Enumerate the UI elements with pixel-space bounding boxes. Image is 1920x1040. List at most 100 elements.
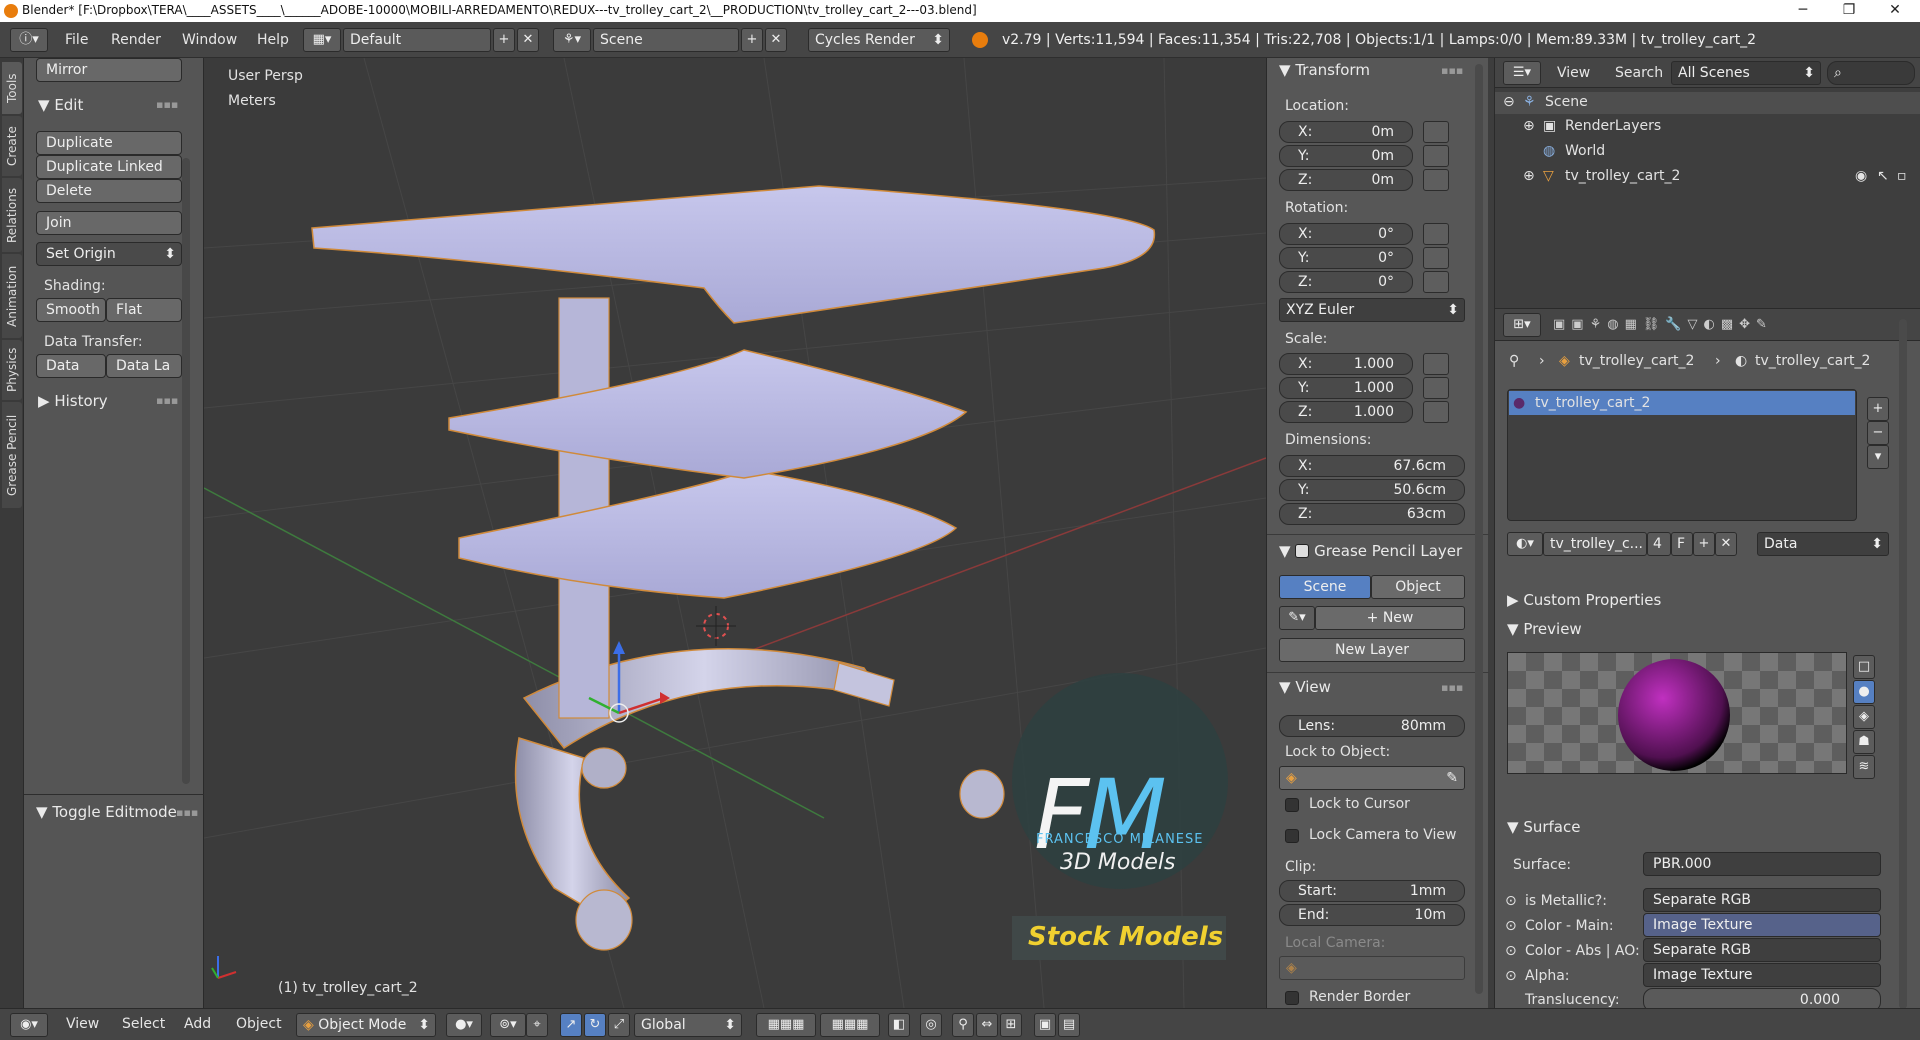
delete-button[interactable]: Delete xyxy=(36,179,182,203)
npanel-scrollbar[interactable] xyxy=(1475,64,1483,994)
gp-object-button[interactable]: Object xyxy=(1371,575,1465,599)
render-animation-icon[interactable]: ▤ xyxy=(1058,1013,1080,1037)
data-layout-button[interactable]: Data La xyxy=(106,354,182,378)
lock-icon[interactable] xyxy=(1423,145,1449,167)
material-link-select[interactable]: Data ⬍ xyxy=(1757,532,1889,556)
view3d-editor-type-icon[interactable]: ◉▾ xyxy=(10,1013,48,1037)
material-users-field[interactable]: 4 xyxy=(1647,532,1671,556)
slot-menu-icon[interactable]: ▾ xyxy=(1867,445,1889,469)
screen-layout-icon[interactable]: ▦▾ xyxy=(303,28,341,52)
render-engine-select[interactable]: Cycles Render ⬍ xyxy=(808,28,950,52)
location-x-field[interactable]: X: 0m xyxy=(1279,121,1413,143)
expand-icon[interactable]: ⊕ xyxy=(1523,168,1535,184)
menu-help[interactable]: Help xyxy=(257,32,289,48)
collapse-icon[interactable]: ⊖ xyxy=(1503,94,1515,110)
surface-shader-field[interactable]: PBR.000 xyxy=(1643,852,1881,876)
location-y-field[interactable]: Y: 0m xyxy=(1279,145,1413,167)
join-button[interactable]: Join xyxy=(36,211,182,235)
socket-dot-icon[interactable]: ⊙ xyxy=(1505,943,1517,959)
pivot-point-icon[interactable]: ⊚▾ xyxy=(490,1013,526,1037)
eyedropper-icon[interactable]: ✎ xyxy=(1446,767,1458,789)
view-menu[interactable]: View xyxy=(66,1016,99,1032)
lock-camera-checkbox[interactable] xyxy=(1285,829,1299,843)
object-menu[interactable]: Object xyxy=(236,1016,282,1032)
render-camera-icon[interactable]: ▫ xyxy=(1897,168,1907,184)
preview-flat-icon[interactable]: □ xyxy=(1853,655,1875,679)
menu-window[interactable]: Window xyxy=(182,32,237,48)
duplicate-button[interactable]: Duplicate xyxy=(36,131,182,155)
fake-user-button[interactable]: F xyxy=(1671,532,1693,556)
duplicate-linked-button[interactable]: Duplicate Linked xyxy=(36,155,182,179)
color-abs-ao-input-field[interactable]: Separate RGB xyxy=(1643,938,1881,962)
manipulator-toggle-icon[interactable]: ⌖ xyxy=(526,1013,548,1037)
tab-tools[interactable]: Tools xyxy=(2,62,22,114)
socket-dot-icon[interactable]: ⊙ xyxy=(1505,893,1517,909)
outliner-editor-type-icon[interactable]: ☰▾ xyxy=(1503,61,1541,85)
tab-create[interactable]: Create xyxy=(2,116,22,176)
close-button[interactable]: ✕ xyxy=(1872,0,1918,22)
dimensions-x-field[interactable]: X: 67.6cm xyxy=(1279,455,1465,477)
3d-viewport[interactable]: F M User Persp Meters (1) tv_trolley_car… xyxy=(204,58,1266,1008)
metallic-input-field[interactable]: Separate RGB xyxy=(1643,888,1881,912)
mode-select[interactable]: ◈ Object Mode ⬍ xyxy=(296,1013,436,1037)
context-tabs-icons[interactable]: ▣▣⚘◍▦⛓🔧▽◐▩✥✎ xyxy=(1553,317,1773,332)
gp-new-button[interactable]: + New xyxy=(1315,606,1465,630)
lock-layers-icon[interactable]: ◧ xyxy=(888,1013,910,1037)
scene-field[interactable]: Scene xyxy=(593,28,739,52)
history-panel-header[interactable]: ▶ History xyxy=(38,392,108,410)
operator-panel-header[interactable]: ▼ Toggle Editmode xyxy=(36,803,177,821)
menu-file[interactable]: File xyxy=(65,32,88,48)
viewport-shading-icon[interactable]: ●▾ xyxy=(446,1013,482,1037)
flat-button[interactable]: Flat xyxy=(106,298,182,322)
add-scene-icon[interactable]: + xyxy=(741,28,763,52)
new-layer-button[interactable]: New Layer xyxy=(1279,638,1465,662)
layers-grid-a[interactable]: ▦▦▦ xyxy=(756,1013,816,1037)
lock-icon[interactable] xyxy=(1423,169,1449,191)
add-slot-icon[interactable]: + xyxy=(1867,397,1889,421)
remove-layout-icon[interactable]: ✕ xyxy=(517,28,539,52)
mirror-button[interactable]: Mirror xyxy=(36,58,182,82)
clip-end-field[interactable]: End: 10m xyxy=(1279,904,1465,926)
lock-icon[interactable] xyxy=(1423,401,1449,423)
outliner-search-field[interactable]: ⌕ xyxy=(1827,61,1915,85)
lock-icon[interactable] xyxy=(1423,353,1449,375)
preview-hair-icon[interactable]: ≋ xyxy=(1853,755,1875,779)
properties-editor-type-icon[interactable]: ⊞▾ xyxy=(1503,313,1541,337)
smooth-button[interactable]: Smooth xyxy=(36,298,106,322)
minimize-button[interactable]: ─ xyxy=(1780,0,1826,22)
rotation-x-field[interactable]: X: 0° xyxy=(1279,223,1413,245)
dimensions-y-field[interactable]: Y: 50.6cm xyxy=(1279,479,1465,501)
snap-toggle-icon[interactable]: ⚲ xyxy=(952,1013,974,1037)
color-main-input-field[interactable]: Image Texture xyxy=(1643,913,1881,937)
alpha-input-field[interactable]: Image Texture xyxy=(1643,963,1881,987)
preview-header[interactable]: ▼ Preview xyxy=(1507,620,1582,638)
unlink-material-icon[interactable]: ✕ xyxy=(1715,532,1737,556)
tab-grease-pencil[interactable]: Grease Pencil xyxy=(2,402,22,508)
info-editor-type-icon[interactable]: ⓘ▾ xyxy=(10,28,48,52)
rotation-y-field[interactable]: Y: 0° xyxy=(1279,247,1413,269)
scale-x-field[interactable]: X: 1.000 xyxy=(1279,353,1413,375)
local-camera-field[interactable]: ◈ xyxy=(1279,956,1465,980)
gp-scene-button[interactable]: Scene xyxy=(1279,575,1371,599)
scale-z-field[interactable]: Z: 1.000 xyxy=(1279,401,1413,423)
pin-icon[interactable]: ⚲ xyxy=(1509,353,1519,369)
translate-manipulator-icon[interactable]: ↗ xyxy=(560,1013,582,1037)
data-transfer-button[interactable]: Data xyxy=(36,354,106,378)
select-cursor-icon[interactable]: ↖ xyxy=(1877,168,1889,184)
lens-field[interactable]: Lens: 80mm xyxy=(1279,715,1465,737)
preview-monkey-icon[interactable]: ☗ xyxy=(1853,730,1875,754)
outliner-renderlayers[interactable]: RenderLayers xyxy=(1565,118,1661,134)
lock-icon[interactable] xyxy=(1423,247,1449,269)
grease-pencil-header[interactable]: ▼ Grease Pencil Layer xyxy=(1279,542,1462,560)
scene-icon[interactable]: ⚘▾ xyxy=(553,28,591,52)
tab-physics[interactable]: Physics xyxy=(2,340,22,400)
maximize-button[interactable]: ❐ xyxy=(1826,0,1872,22)
preview-sphere-icon[interactable]: ● xyxy=(1853,680,1875,704)
clip-start-field[interactable]: Start: 1mm xyxy=(1279,880,1465,902)
outliner-scene[interactable]: Scene xyxy=(1545,94,1588,110)
remove-scene-icon[interactable]: ✕ xyxy=(765,28,787,52)
lock-icon[interactable] xyxy=(1423,377,1449,399)
outliner-object[interactable]: tv_trolley_cart_2 xyxy=(1565,168,1680,184)
location-z-field[interactable]: Z: 0m xyxy=(1279,169,1413,191)
material-browse-icon[interactable]: ◐▾ xyxy=(1507,532,1543,556)
